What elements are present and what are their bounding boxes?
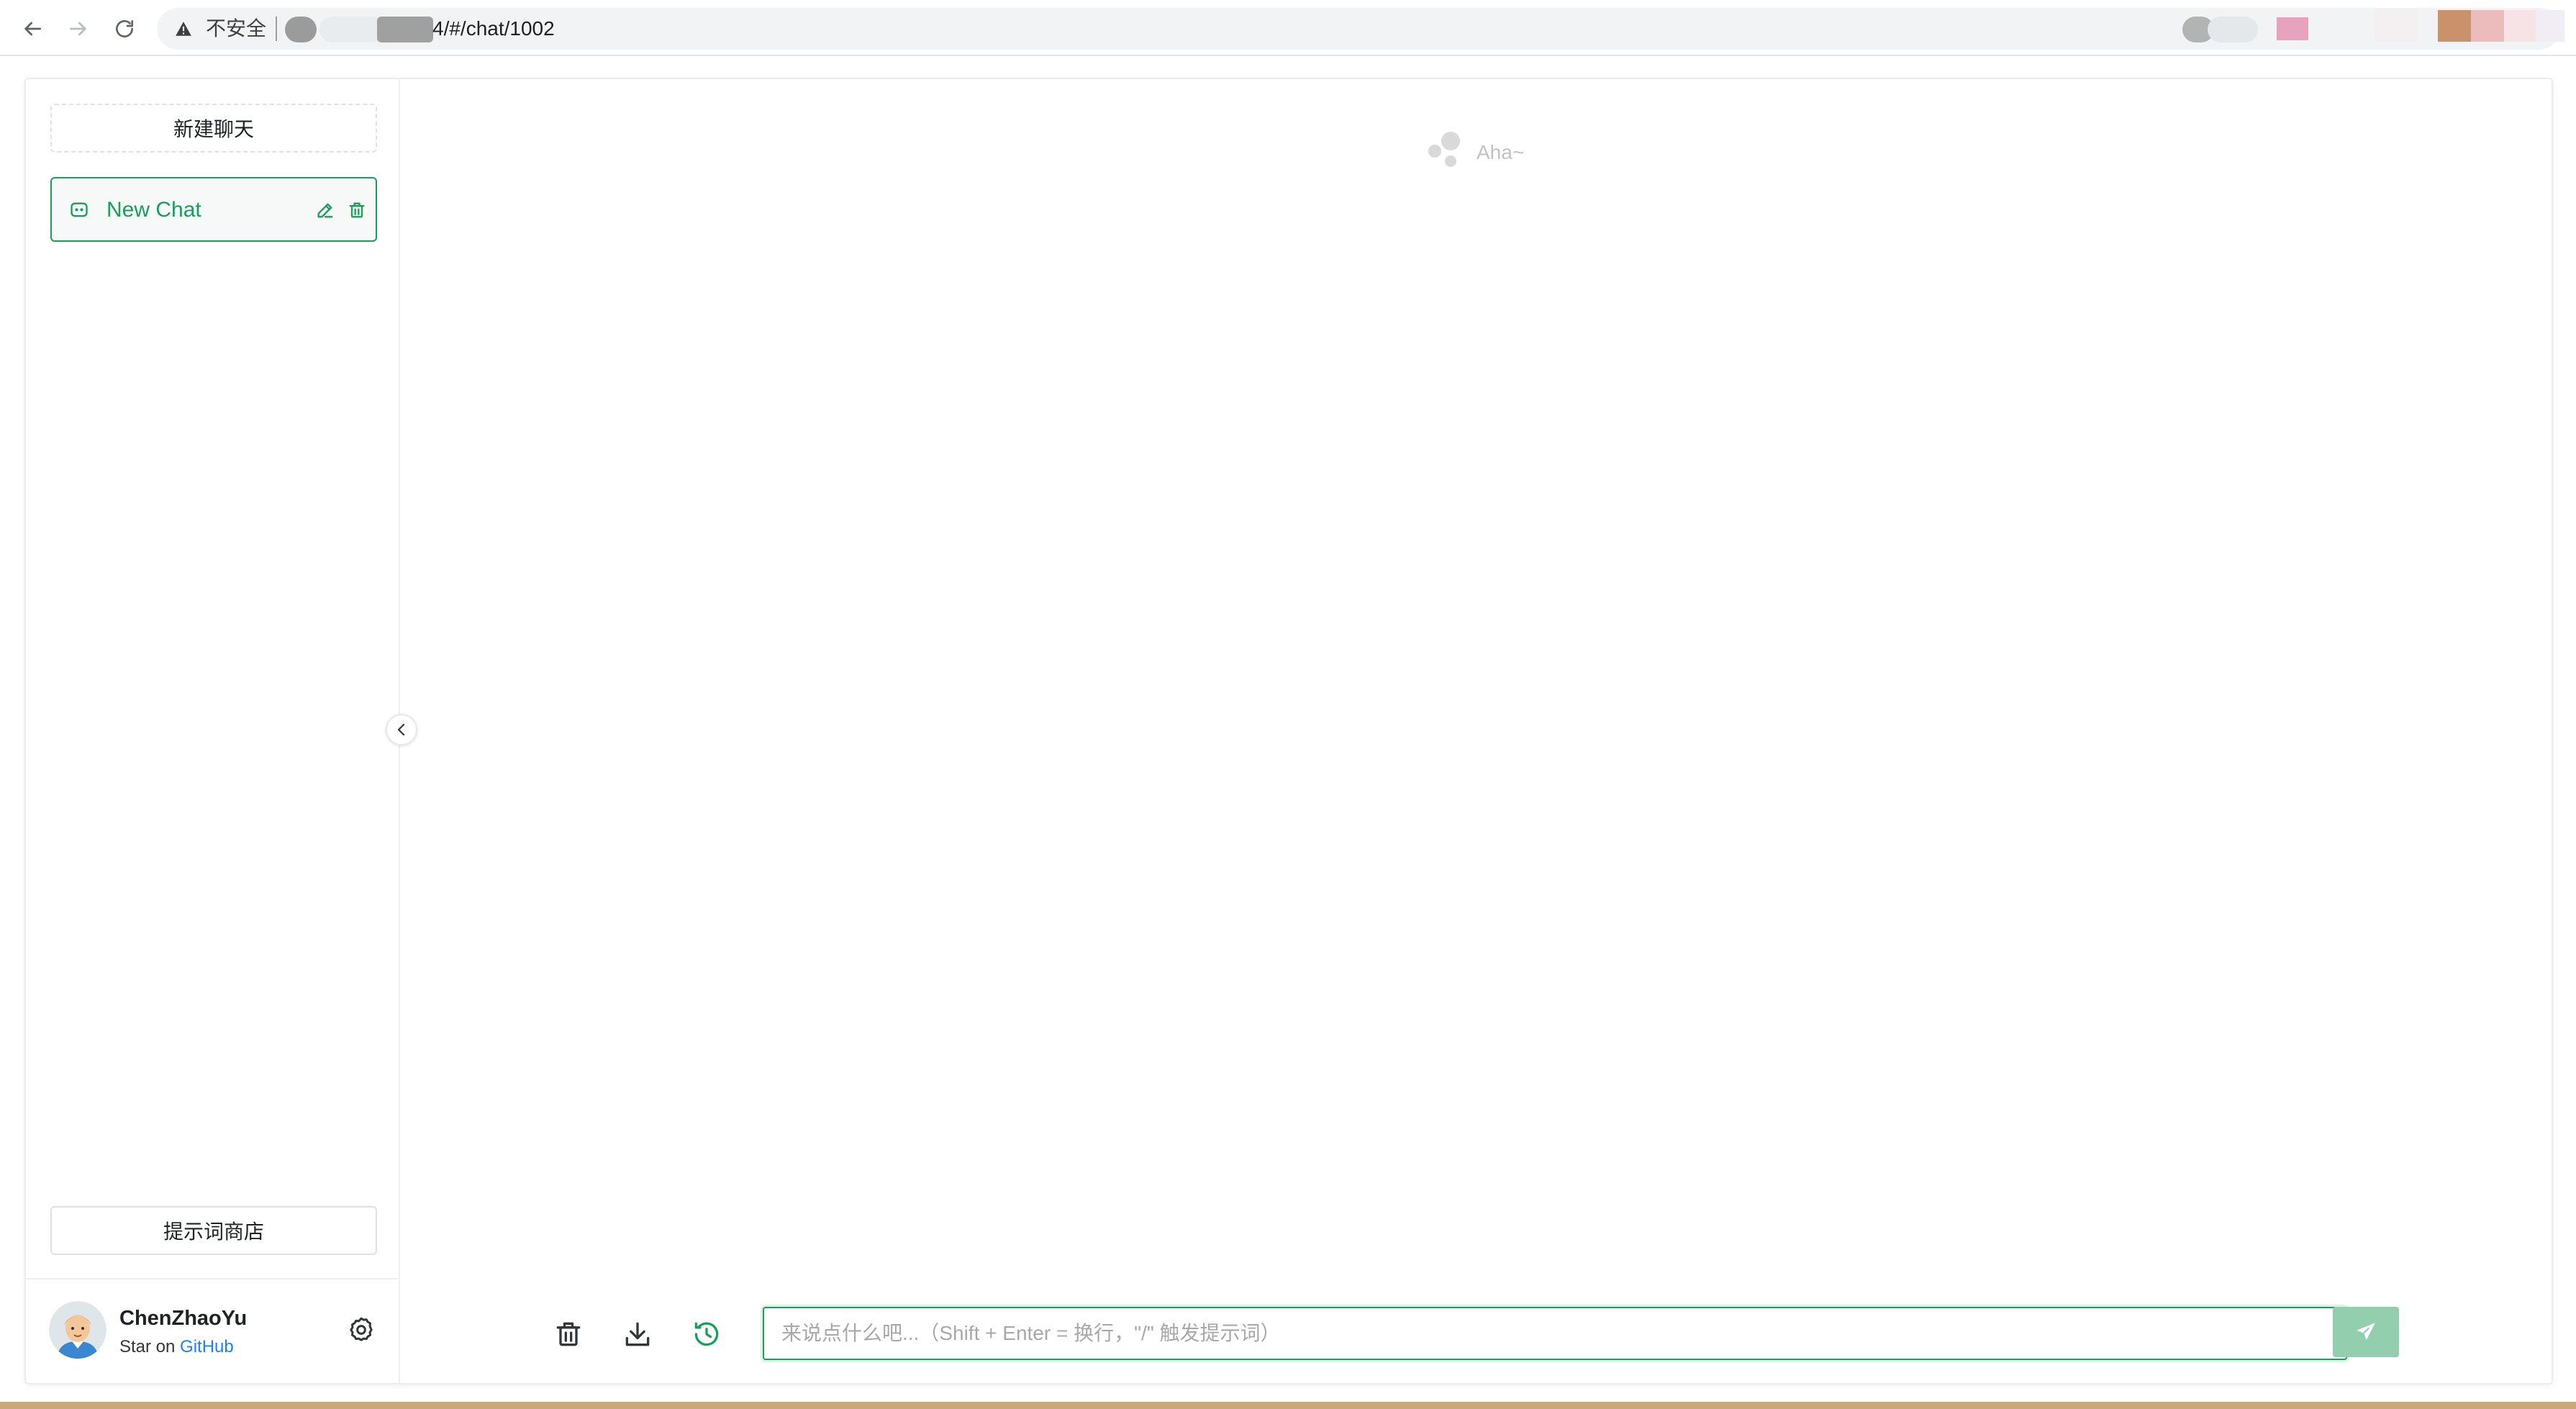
star-text: Star on xyxy=(119,1337,181,1356)
redacted-block xyxy=(2208,17,2258,42)
download-button[interactable] xyxy=(622,1318,653,1350)
redacted-block xyxy=(377,17,433,42)
empty-text: Aha~ xyxy=(1477,141,1525,163)
redacted-block xyxy=(319,17,384,42)
extension-icon[interactable] xyxy=(2536,10,2564,42)
redacted-block xyxy=(285,17,317,42)
github-link[interactable]: GitHub xyxy=(180,1337,234,1356)
address-bar[interactable]: 不安全 4/#/chat/1002 xyxy=(157,8,2560,50)
sidebar: 新建聊天 New Chat 提示词商店 ChenZhaoYu Star on G… xyxy=(26,79,400,1383)
avatar[interactable] xyxy=(49,1301,106,1359)
clear-chat-button[interactable] xyxy=(553,1318,584,1350)
reload-button[interactable] xyxy=(106,11,142,47)
bubbles-icon xyxy=(1428,132,1460,167)
back-button[interactable] xyxy=(14,11,50,47)
prompt-store-button[interactable]: 提示词商店 xyxy=(50,1206,377,1255)
address-separator xyxy=(276,17,277,41)
browser-toolbar: 不安全 4/#/chat/1002 xyxy=(0,0,2576,56)
user-subtitle: Star on GitHub xyxy=(119,1337,234,1357)
history-icon[interactable] xyxy=(691,1318,722,1350)
desktop-strip xyxy=(0,1402,2576,1409)
extension-icon[interactable] xyxy=(2438,10,2471,42)
extension-icon[interactable] xyxy=(2277,17,2308,40)
chevron-left-icon xyxy=(397,723,405,736)
forward-button[interactable] xyxy=(60,11,96,47)
trash-icon[interactable] xyxy=(347,200,367,220)
arrow-left-icon xyxy=(24,22,41,36)
user-name: ChenZhaoYu xyxy=(119,1307,248,1330)
gear-icon[interactable] xyxy=(347,1315,376,1344)
url-text[interactable]: 4/#/chat/1002 xyxy=(432,17,555,41)
message-input[interactable] xyxy=(763,1307,2347,1360)
user-panel: ChenZhaoYu Star on GitHub xyxy=(26,1278,399,1385)
avatar-image xyxy=(49,1301,106,1359)
sidebar-collapse-button[interactable] xyxy=(386,714,417,746)
chat-title[interactable]: New Chat xyxy=(106,198,201,222)
arrow-right-icon xyxy=(70,22,86,36)
chat-list-item[interactable]: New Chat xyxy=(50,177,377,242)
send-icon xyxy=(2357,1323,2375,1341)
empty-state: Aha~ xyxy=(1426,130,1556,173)
app-window: 新建聊天 New Chat 提示词商店 ChenZhaoYu Star on G… xyxy=(24,78,2553,1385)
warning-icon xyxy=(176,22,191,36)
reload-icon xyxy=(116,20,133,37)
edit-icon[interactable] xyxy=(315,200,335,220)
extension-icon[interactable] xyxy=(2504,10,2536,42)
new-chat-button[interactable]: 新建聊天 xyxy=(50,104,377,153)
security-label[interactable]: 不安全 xyxy=(206,17,266,41)
extension-icon[interactable] xyxy=(2471,10,2504,42)
extension-icon[interactable] xyxy=(2375,10,2418,42)
chat-bubble-icon xyxy=(71,202,88,217)
send-button[interactable] xyxy=(2333,1307,2399,1357)
